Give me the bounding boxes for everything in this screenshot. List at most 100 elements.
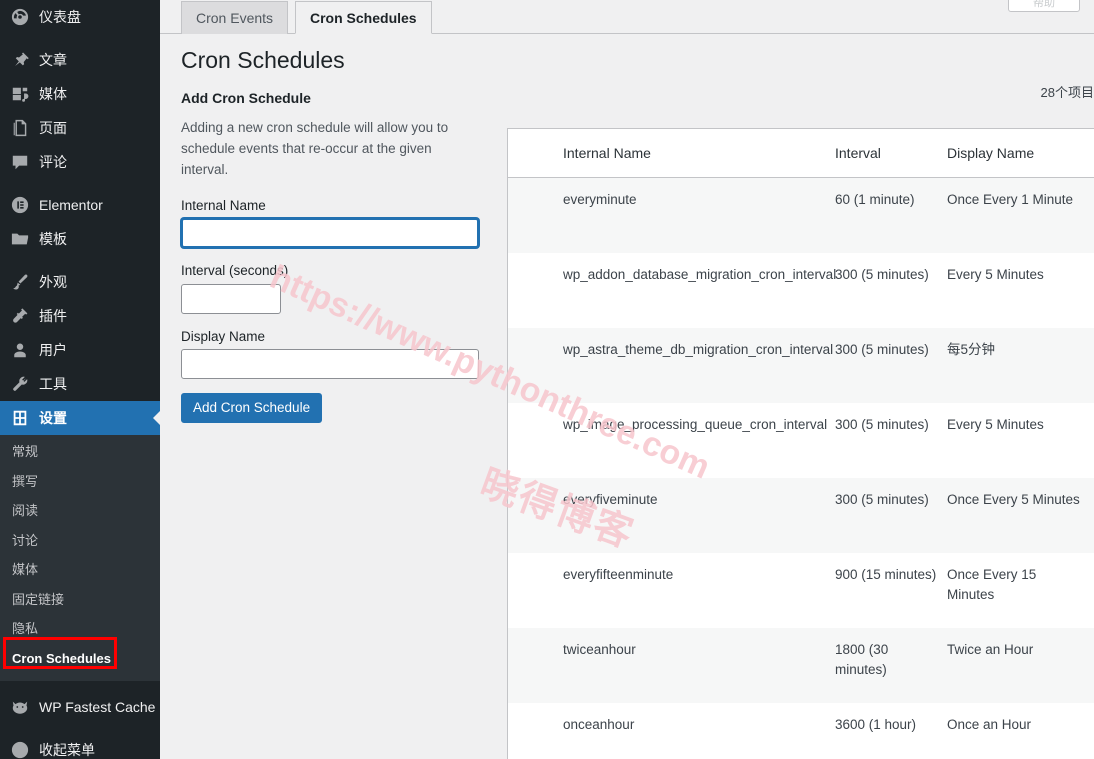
sidebar-divider bbox=[0, 681, 160, 690]
settings-icon bbox=[10, 408, 30, 428]
sidebar-divider bbox=[0, 179, 160, 188]
internal-name-input[interactable] bbox=[181, 218, 479, 249]
tab-label-cron-events: Cron Events bbox=[196, 10, 274, 26]
app-root: 仪表盘 文章 媒体 页面 评论 Elementor 模板 外观 插件 用户 工具 设置 常规 撰写 阅读… bbox=[0, 0, 1094, 759]
sidebar-item-appearance[interactable]: 外观 bbox=[0, 265, 160, 299]
tab-label-cron-schedules: Cron Schedules bbox=[310, 9, 417, 26]
sidebar-item-label-elementor: Elementor bbox=[39, 197, 103, 213]
sidebar-item-label-users: 用户 bbox=[39, 342, 67, 358]
submenu-item-0[interactable]: 常规 bbox=[0, 437, 160, 467]
sidebar-item-pages[interactable]: 页面 bbox=[0, 111, 160, 145]
sidebar-item-templates[interactable]: 模板 bbox=[0, 222, 160, 256]
submenu-item-2[interactable]: 阅读 bbox=[0, 496, 160, 526]
cell-display-name: Every 5 Minutes bbox=[947, 266, 1044, 282]
table-row: wp_image_processing_queue_cron_interval 3… bbox=[508, 402, 1094, 478]
submenu-item-4[interactable]: 媒体 bbox=[0, 555, 160, 585]
submenu-item-3[interactable]: 讨论 bbox=[0, 526, 160, 556]
cell-interval: 300 (5 minutes) bbox=[835, 491, 929, 507]
item-count-label: 28个项目 bbox=[1040, 85, 1094, 100]
table-row: everyfiveminute 300 (5 minutes) Once Every… bbox=[508, 477, 1094, 553]
internal-name-label: Internal Name bbox=[181, 197, 266, 213]
column-header-display-name[interactable]: Display Name bbox=[947, 129, 1094, 179]
interval-input[interactable] bbox=[181, 283, 281, 314]
table-row: wp_astra_theme_db_migration_cron_interva… bbox=[508, 327, 1094, 403]
table-row: everyminute 60 (1 minute) Once Every 1 Min… bbox=[508, 177, 1094, 253]
cell-interval: 900 (15 minutes) bbox=[835, 566, 937, 582]
sidebar-divider bbox=[0, 34, 160, 43]
page-title: Cron Schedules bbox=[181, 47, 345, 73]
table-row: everyfifteenminute 900 (15 minutes) Once E… bbox=[508, 552, 1094, 628]
elementor-icon bbox=[10, 195, 30, 215]
user-icon bbox=[10, 340, 30, 360]
media-icon bbox=[10, 84, 30, 104]
sidebar-item-posts[interactable]: 文章 bbox=[0, 43, 160, 77]
sidebar-item-label-tools: 工具 bbox=[39, 376, 67, 392]
cell-display-name: 每5分钟 bbox=[947, 341, 996, 357]
sidebar-item-wp-fastest-cache[interactable]: WP Fastest Cache bbox=[0, 690, 160, 724]
cell-display-name: Once an Hour bbox=[947, 716, 1032, 732]
sidebar-item-label-wp-fastest-cache: WP Fastest Cache bbox=[39, 699, 156, 716]
table-row: wp_addon_database_migration_cron_interva… bbox=[508, 252, 1094, 328]
cell-internal-name: twiceanhour bbox=[563, 641, 636, 657]
column-header-internal-name[interactable]: Internal Name bbox=[508, 129, 835, 179]
submenu-item-5[interactable]: 固定链接 bbox=[0, 585, 160, 615]
main-content: Cron Events Cron Schedules 帮助 Cron Sched… bbox=[160, 0, 1094, 759]
submenu-item-1[interactable]: 撰写 bbox=[0, 467, 160, 497]
sidebar-divider bbox=[0, 724, 160, 733]
display-name-input[interactable] bbox=[181, 349, 479, 380]
cell-display-name: Twice an Hour bbox=[947, 641, 1034, 657]
sidebar-item-tools[interactable]: 工具 bbox=[0, 367, 160, 401]
cell-internal-name: wp_addon_database_migration_cron_interva… bbox=[563, 266, 837, 282]
table-header-row: Internal Name Interval Display Name bbox=[508, 129, 1094, 179]
table-body: everyminute 60 (1 minute) Once Every 1 Min… bbox=[508, 177, 1094, 759]
sidebar-item-comments[interactable]: 评论 bbox=[0, 145, 160, 179]
sidebar-item-label-comments: 评论 bbox=[39, 154, 67, 170]
cell-internal-name: wp_astra_theme_db_migration_cron_interva… bbox=[563, 341, 834, 357]
cell-display-name: Once Every 15 Minutes bbox=[947, 566, 1037, 603]
sidebar-item-label-posts: 文章 bbox=[39, 52, 67, 68]
folder-icon bbox=[10, 229, 30, 249]
wrench-icon bbox=[10, 374, 30, 394]
sidebar-item-users[interactable]: 用户 bbox=[0, 333, 160, 367]
submenu-item-cron-schedules[interactable]: Cron Schedules bbox=[0, 644, 160, 674]
admin-sidebar: 仪表盘 文章 媒体 页面 评论 Elementor 模板 外观 插件 用户 工具 设置 常规 撰写 阅读… bbox=[0, 0, 160, 759]
column-header-interval[interactable]: Interval bbox=[835, 129, 947, 179]
table-row: onceanhour 3600 (1 hour) Once an Hour bbox=[508, 702, 1094, 759]
sidebar-item-dashboard[interactable]: 仪表盘 bbox=[0, 0, 160, 34]
pin-icon bbox=[10, 50, 30, 70]
interval-label: Interval (seconds) bbox=[181, 263, 289, 279]
plug-icon bbox=[10, 306, 30, 326]
help-button[interactable]: 帮助 bbox=[1008, 0, 1080, 12]
section-title: Add Cron Schedule bbox=[181, 90, 311, 106]
table-row: twiceanhour 1800 (30 minutes) Twice an Hou… bbox=[508, 627, 1094, 703]
cell-interval: 300 (5 minutes) bbox=[835, 341, 929, 357]
sidebar-item-media[interactable]: 媒体 bbox=[0, 77, 160, 111]
sidebar-item-elementor[interactable]: Elementor bbox=[0, 188, 160, 222]
add-cron-schedule-button[interactable]: Add Cron Schedule bbox=[181, 393, 323, 424]
brush-icon bbox=[10, 272, 30, 292]
collapse-icon bbox=[10, 740, 30, 759]
sidebar-item-label-dashboard: 仪表盘 bbox=[39, 9, 81, 25]
tab-cron-schedules[interactable]: Cron Schedules bbox=[295, 1, 432, 34]
dashboard-icon bbox=[10, 7, 30, 27]
cell-display-name: Every 5 Minutes bbox=[947, 416, 1044, 432]
sidebar-divider bbox=[0, 256, 160, 265]
cat-icon bbox=[10, 697, 30, 717]
sidebar-item-collapse-menu[interactable]: 收起菜单 bbox=[0, 733, 160, 759]
sidebar-item-label-collapse-menu: 收起菜单 bbox=[39, 742, 95, 759]
sidebar-item-plugins[interactable]: 插件 bbox=[0, 299, 160, 333]
settings-submenu: 常规 撰写 阅读 讨论 媒体 固定链接 隐私 Cron Schedules bbox=[0, 435, 160, 682]
tab-cron-events[interactable]: Cron Events bbox=[181, 1, 289, 34]
submenu-item-6[interactable]: 隐私 bbox=[0, 614, 160, 644]
cell-internal-name: wp_image_processing_queue_cron_interval bbox=[563, 416, 828, 432]
sidebar-item-label-appearance: 外观 bbox=[39, 274, 67, 290]
cell-internal-name: everyfiveminute bbox=[563, 491, 658, 507]
sidebar-item-label-templates: 模板 bbox=[39, 231, 67, 247]
cell-interval: 3600 (1 hour) bbox=[835, 716, 917, 732]
comment-icon bbox=[10, 152, 30, 172]
cell-internal-name: everyminute bbox=[563, 192, 637, 208]
sidebar-item-settings[interactable]: 设置 bbox=[0, 401, 160, 435]
cell-internal-name: everyfifteenminute bbox=[563, 566, 674, 582]
sidebar-item-label-media: 媒体 bbox=[39, 86, 67, 102]
cron-schedules-table-wrapper: Internal Name Interval Display Name ever… bbox=[507, 128, 1094, 759]
